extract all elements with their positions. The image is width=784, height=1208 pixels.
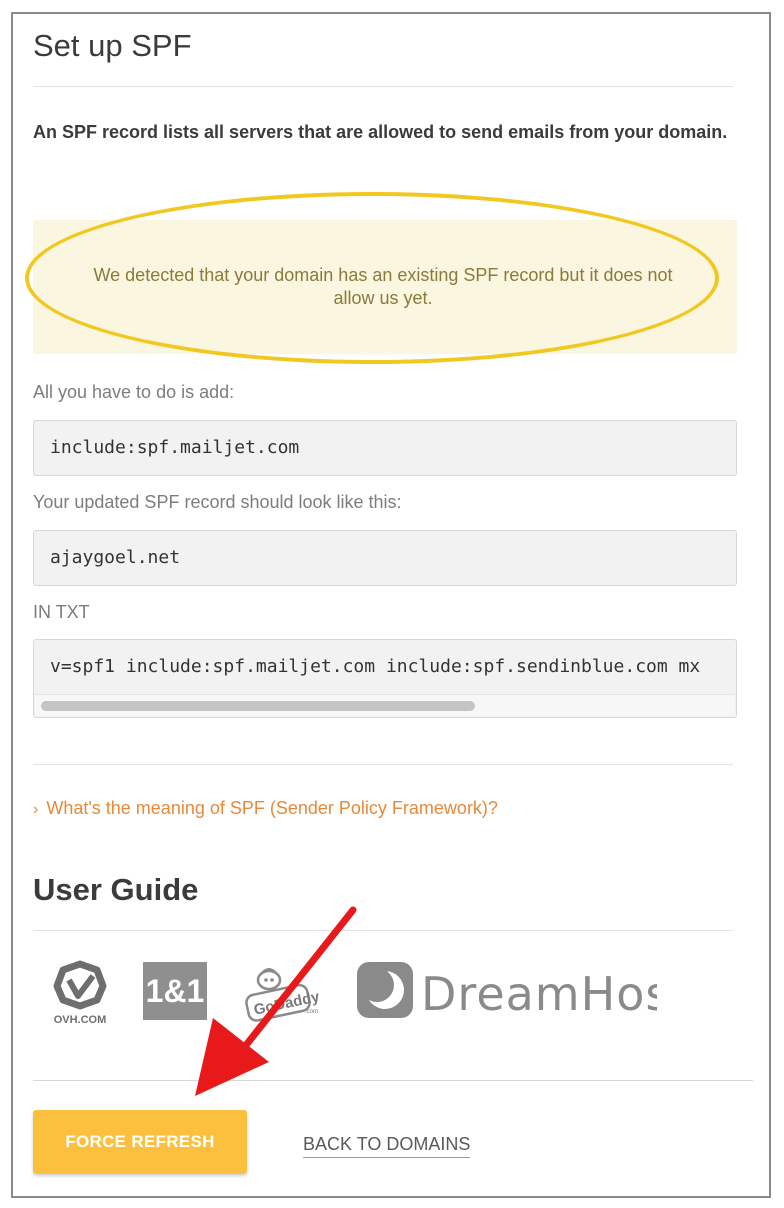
horizontal-scrollbar[interactable] — [35, 694, 735, 716]
force-refresh-button[interactable]: FORCE REFRESH — [33, 1110, 247, 1174]
divider — [33, 1080, 753, 1081]
spf-meaning-link[interactable]: › What's the meaning of SPF (Sender Polic… — [33, 798, 498, 819]
divider — [33, 764, 733, 765]
updated-record-label: Your updated SPF record should look like… — [33, 492, 402, 512]
page-title: Set up SPF — [33, 28, 192, 63]
add-label: All you have to do is add: — [33, 382, 235, 402]
include-value-field[interactable]: include:spf.mailjet.com — [33, 420, 737, 476]
txt-record-field[interactable]: v=spf1 include:spf.mailjet.com include:s… — [33, 639, 737, 718]
dreamhost-logo[interactable]: DreamHost — [357, 960, 688, 1022]
spf-setup-panel: Set up SPF An SPF record lists all serve… — [11, 12, 771, 1198]
ovh-icon: OVH.COM — [53, 960, 107, 1026]
intro-text: An SPF record lists all servers that are… — [33, 122, 728, 142]
user-guide-title: User Guide — [33, 872, 199, 907]
txt-record-value: v=spf1 include:spf.mailjet.com include:s… — [50, 656, 701, 677]
domain-field[interactable]: ajaygoel.net — [33, 530, 737, 586]
divider — [33, 86, 733, 87]
record-type-label: IN TXT — [33, 602, 90, 622]
chevron-right-icon: › — [33, 801, 39, 818]
dreamhost-logo-text: DreamHost — [421, 967, 657, 1021]
godaddy-logo[interactable]: GoDaddy .com — [239, 960, 325, 1026]
dreamhost-icon: DreamHost — [357, 962, 688, 1021]
scrollbar-thumb[interactable] — [41, 701, 475, 711]
ovh-logo[interactable]: OVH.COM — [47, 960, 113, 1026]
spf-meaning-link-label: What's the meaning of SPF (Sender Policy… — [46, 798, 498, 818]
godaddy-logo-suffix: .com — [305, 1009, 318, 1015]
godaddy-icon: GoDaddy .com — [245, 968, 322, 1022]
notice-text: We detected that your domain has an exis… — [93, 265, 673, 308]
back-to-domains-link[interactable]: BACK TO DOMAINS — [303, 1134, 471, 1158]
ovh-logo-text: OVH.COM — [54, 1014, 107, 1026]
divider — [33, 930, 733, 931]
oneandone-logo[interactable]: 1&1 — [143, 962, 207, 1020]
